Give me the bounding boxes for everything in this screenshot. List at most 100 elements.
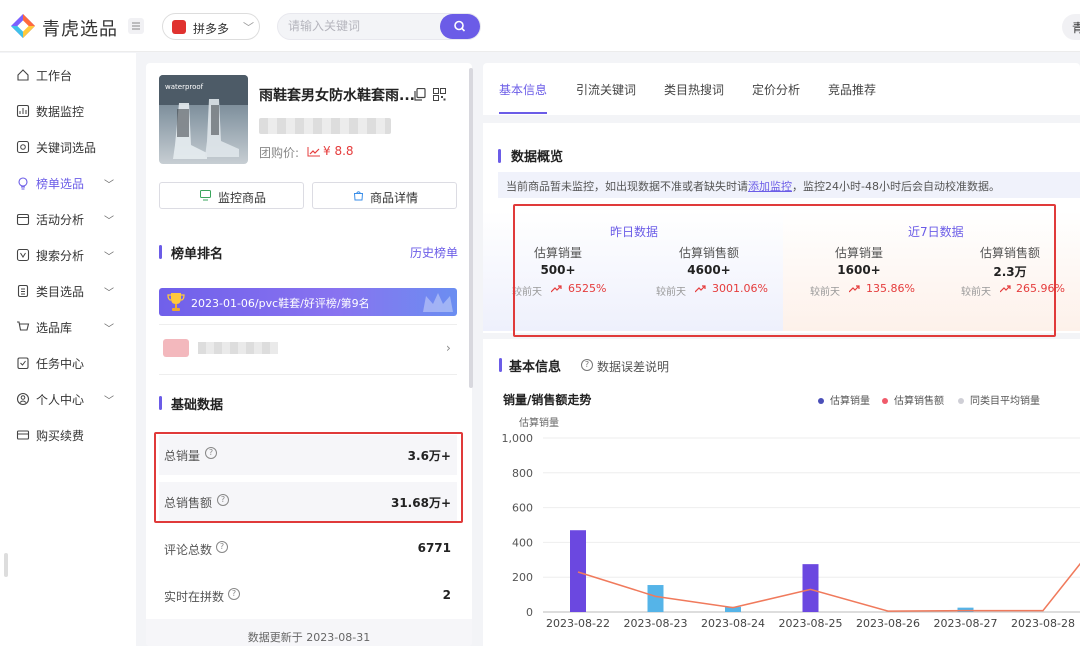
help-icon[interactable]: ? bbox=[228, 588, 240, 600]
sidebar-item[interactable]: 活动分析 ﹀ bbox=[0, 205, 136, 233]
search-box bbox=[277, 13, 481, 40]
stat-row-review-count: 评论总数 ? 6771 bbox=[159, 529, 457, 569]
store-avatar bbox=[163, 339, 189, 357]
x-tick-label: 2023-08-22 bbox=[546, 617, 610, 630]
sidebar-item-label: 购买续费 bbox=[36, 429, 85, 443]
monitor-product-button[interactable]: 监控商品 bbox=[159, 182, 304, 209]
sidebar-item[interactable]: 选品库 ﹀ bbox=[0, 313, 136, 341]
help-icon[interactable]: ? bbox=[581, 359, 593, 371]
product-detail-button[interactable]: 商品详情 bbox=[312, 182, 457, 209]
group-price-label: 团购价: bbox=[259, 146, 300, 160]
tab-bar: 基本信息 引流关键词 类目热搜词 定价分析 竞品推荐 bbox=[483, 63, 1080, 115]
bar-sales bbox=[802, 564, 819, 612]
tab-category-hot-words[interactable]: 类目热搜词 bbox=[664, 81, 724, 98]
sidebar-item[interactable]: 类目选品 ﹀ bbox=[0, 277, 136, 305]
x-tick-label: 2023-08-23 bbox=[624, 617, 688, 630]
sidebar-item[interactable]: 数据监控 bbox=[0, 97, 136, 125]
overview-title: 数据概览 bbox=[511, 150, 564, 165]
sidebar-item[interactable]: 搜索分析 ﹀ bbox=[0, 241, 136, 269]
sidebar-item-label: 任务中心 bbox=[36, 357, 85, 371]
sidebar-item[interactable]: 关键词选品 bbox=[0, 133, 136, 161]
top-header: 青虎选品 拼多多 ﹀ 青 bbox=[0, 0, 1080, 52]
tab-traffic-keywords[interactable]: 引流关键词 bbox=[576, 81, 636, 98]
chevron-down-icon: ﹀ bbox=[104, 324, 114, 335]
sidebar: 工作台 数据监控 关键词选品 榜单选品 ﹀ 活动分析 ﹀ 搜索分析 ﹀ 类目选品 ﹀ 选品库 ﹀ 任务中心… bbox=[0, 53, 136, 646]
history-ranking-link[interactable]: 历史榜单 bbox=[410, 244, 458, 261]
user-icon bbox=[16, 392, 30, 406]
bulb-icon bbox=[18, 177, 28, 190]
sidebar-item[interactable]: 购买续费 bbox=[0, 421, 136, 449]
section-marker bbox=[159, 245, 162, 259]
scrollbar[interactable] bbox=[469, 68, 473, 388]
shopping-bag-icon bbox=[353, 191, 364, 201]
sidebar-item-label: 榜单选品 bbox=[36, 177, 85, 191]
svg-text:waterproof: waterproof bbox=[165, 83, 204, 91]
stat-row-live-group-count: 实时在拼数 ? 2 bbox=[159, 576, 457, 616]
section-marker bbox=[499, 358, 502, 372]
y-tick-label: 600 bbox=[512, 502, 533, 515]
tab-active-indicator bbox=[499, 112, 547, 114]
section-marker bbox=[498, 149, 501, 163]
ranking-title: 榜单排名 bbox=[171, 247, 224, 262]
search-button[interactable] bbox=[440, 14, 480, 39]
stat-value: 6771 bbox=[417, 541, 451, 555]
x-tick-label: 2023-08-28 bbox=[1011, 617, 1075, 630]
product-image[interactable]: waterproof bbox=[159, 75, 248, 164]
monitor-notice: 当前商品暂未监控，如出现数据不准或者缺失时请添加监控，监控24小时-48小时后会… bbox=[498, 172, 1080, 198]
sales-trend-chart: 0 200 400 600 800 1,000 2023-08-22 2023-08-23 20… bbox=[502, 432, 1080, 630]
pinduoduo-icon bbox=[172, 20, 186, 34]
tab-pricing-analysis[interactable]: 定价分析 bbox=[752, 81, 800, 98]
qinghu-logo-icon[interactable] bbox=[10, 13, 36, 39]
divider bbox=[159, 374, 457, 375]
sidebar-item[interactable]: 个人中心 ﹀ bbox=[0, 385, 136, 413]
sidebar-item-label: 选品库 bbox=[36, 321, 73, 335]
chevron-down-icon: ﹀ bbox=[243, 21, 254, 34]
product-title[interactable]: 雨鞋套男女防水鞋套雨... bbox=[259, 85, 415, 105]
update-note: 数据更新于 2023-08-31 bbox=[247, 631, 371, 644]
stat-label: 评论总数 bbox=[164, 543, 213, 557]
help-icon[interactable]: ? bbox=[216, 541, 228, 553]
sidebar-item[interactable]: 任务中心 bbox=[0, 349, 136, 377]
highlight-box bbox=[154, 432, 463, 523]
home-icon bbox=[17, 69, 29, 81]
monitor-icon bbox=[200, 190, 211, 201]
x-tick-label: 2023-08-27 bbox=[934, 617, 998, 630]
platform-selector[interactable]: 拼多多 ﹀ bbox=[162, 13, 260, 40]
search-input[interactable] bbox=[288, 19, 428, 33]
qr-code-icon[interactable] bbox=[433, 88, 446, 101]
sidebar-item-label: 工作台 bbox=[36, 69, 73, 83]
y-tick-label: 0 bbox=[526, 606, 533, 619]
error-explanation-link[interactable]: 数据误差说明 bbox=[597, 358, 669, 375]
category-icon bbox=[17, 284, 29, 298]
ranking-banner[interactable]: 2023-01-06/pvc鞋套/好评榜/第9名 bbox=[159, 288, 457, 316]
sidebar-item-label: 个人中心 bbox=[36, 393, 85, 407]
sidebar-item-label: 类目选品 bbox=[36, 285, 85, 299]
sidebar-resize-handle[interactable] bbox=[4, 553, 8, 577]
sidebar-item-label: 活动分析 bbox=[36, 213, 85, 227]
price-trend-icon bbox=[307, 147, 320, 157]
crown-icon bbox=[423, 293, 453, 312]
notice-text: 当前商品暂未监控，如出现数据不准或者缺失时请添加监控，监控24小时-48小时后会… bbox=[506, 180, 1000, 193]
highlight-box bbox=[513, 204, 1056, 337]
calendar-icon bbox=[16, 213, 30, 226]
trophy-icon bbox=[167, 293, 185, 311]
keyword-icon bbox=[16, 140, 30, 154]
platform-name: 拼多多 bbox=[193, 22, 230, 36]
sidebar-item[interactable]: 工作台 bbox=[0, 61, 136, 89]
chevron-right-icon: › bbox=[446, 341, 451, 355]
x-tick-label: 2023-08-24 bbox=[701, 617, 765, 630]
copy-icon[interactable] bbox=[414, 88, 426, 101]
user-menu[interactable]: 青 bbox=[1062, 14, 1080, 40]
monitor-chart-icon bbox=[16, 104, 30, 118]
tab-competitor-recommend[interactable]: 竞品推荐 bbox=[828, 81, 876, 98]
sidebar-item[interactable]: 榜单选品 ﹀ bbox=[0, 169, 136, 197]
add-monitor-link[interactable]: 添加监控 bbox=[748, 180, 792, 193]
product-card: waterproof 雨鞋套男女防水鞋套雨... 团购价: ¥ 8.8 监控商品 bbox=[146, 63, 472, 646]
cart-icon bbox=[17, 321, 30, 331]
sidebar-toggle-icon[interactable] bbox=[128, 18, 144, 34]
sidebar-item-label: 数据监控 bbox=[36, 105, 85, 119]
divider bbox=[159, 324, 457, 325]
tab-basic-info[interactable]: 基本信息 bbox=[499, 81, 547, 98]
blurred-store-name bbox=[198, 342, 278, 354]
section-marker bbox=[159, 396, 162, 410]
